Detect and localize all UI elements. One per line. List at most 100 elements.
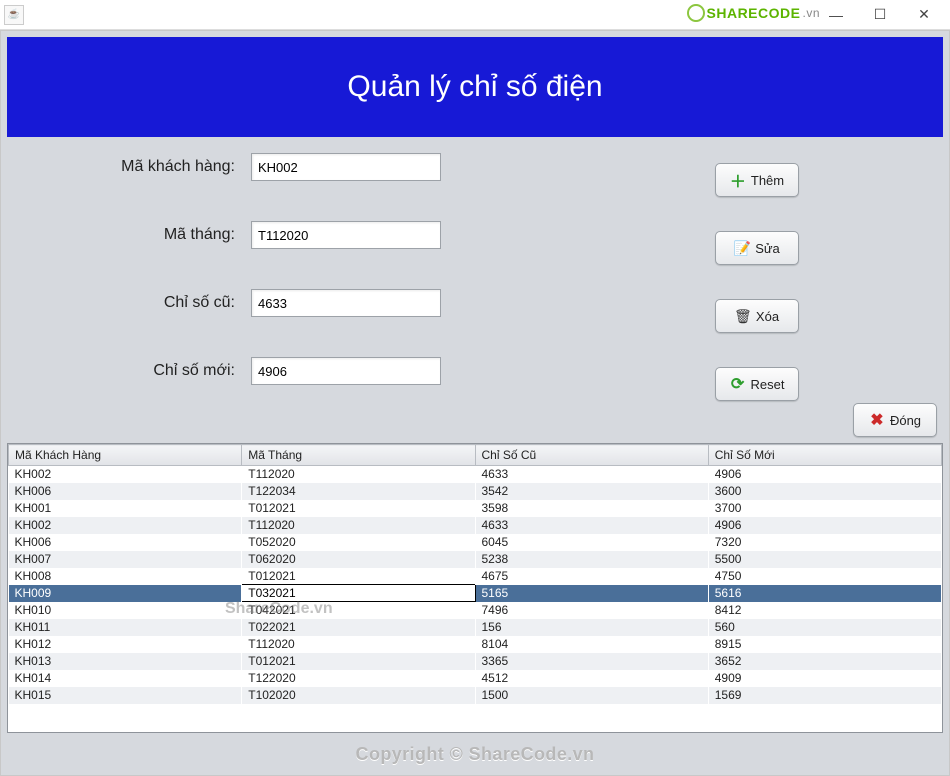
table-cell[interactable]: KH013 <box>9 653 242 670</box>
col-old[interactable]: Chỉ Số Cũ <box>475 445 708 466</box>
page-title: Quản lý chỉ số điện <box>7 37 943 137</box>
customer-input[interactable] <box>251 153 441 181</box>
table-cell[interactable]: KH006 <box>9 483 242 500</box>
table-row[interactable]: KH002T11202046334906 <box>9 466 942 483</box>
table-cell[interactable]: 3365 <box>475 653 708 670</box>
sharecode-emblem-icon <box>687 4 705 22</box>
table-cell[interactable]: 5616 <box>708 585 941 602</box>
table-cell[interactable]: 3542 <box>475 483 708 500</box>
delete-button-label: Xóa <box>756 309 779 324</box>
table-cell[interactable]: 156 <box>475 619 708 636</box>
table-row[interactable]: KH008T01202146754750 <box>9 568 942 585</box>
table-body: KH002T11202046334906KH006T12203435423600… <box>9 466 942 704</box>
table-cell[interactable]: T012021 <box>242 500 475 517</box>
table-cell[interactable]: 4633 <box>475 466 708 483</box>
table-cell[interactable]: 1569 <box>708 687 941 704</box>
java-icon: ☕ <box>4 5 24 25</box>
col-month[interactable]: Mã Tháng <box>242 445 475 466</box>
close-button[interactable]: ✖ Đóng <box>853 403 937 437</box>
table-cell[interactable]: 4909 <box>708 670 941 687</box>
table-cell[interactable]: 1500 <box>475 687 708 704</box>
close-button-label: Đóng <box>890 413 921 428</box>
table-cell[interactable]: KH009 <box>9 585 242 602</box>
table-cell[interactable]: 4512 <box>475 670 708 687</box>
table-cell[interactable]: 3600 <box>708 483 941 500</box>
table-cell[interactable]: T012021 <box>242 568 475 585</box>
reset-button[interactable]: ⟳ Reset <box>715 367 799 401</box>
table-cell[interactable]: KH008 <box>9 568 242 585</box>
reset-button-label: Reset <box>751 377 785 392</box>
reset-icon: ⟳ <box>730 376 746 392</box>
table-cell[interactable]: T102020 <box>242 687 475 704</box>
customer-label: Mã khách hàng: <box>21 158 251 176</box>
table-cell[interactable]: T012021 <box>242 653 475 670</box>
add-button-label: Thêm <box>751 173 784 188</box>
edit-icon: 📝 <box>734 240 750 256</box>
add-button[interactable]: ＋ Thêm <box>715 163 799 197</box>
table-cell[interactable]: 4750 <box>708 568 941 585</box>
table-cell[interactable]: T122034 <box>242 483 475 500</box>
col-customer[interactable]: Mã Khách Hàng <box>9 445 242 466</box>
month-input[interactable] <box>251 221 441 249</box>
col-new[interactable]: Chỉ Số Mới <box>708 445 941 466</box>
table-cell[interactable]: 5165 <box>475 585 708 602</box>
old-index-input[interactable] <box>251 289 441 317</box>
table-row[interactable]: KH010T04202174968412 <box>9 602 942 619</box>
table-cell[interactable]: KH014 <box>9 670 242 687</box>
table-cell[interactable]: T112020 <box>242 636 475 653</box>
table-cell[interactable]: 3652 <box>708 653 941 670</box>
data-table-wrap[interactable]: Mã Khách Hàng Mã Tháng Chỉ Số Cũ Chỉ Số … <box>7 443 943 733</box>
minimize-button[interactable]: — <box>814 1 858 29</box>
table-cell[interactable]: 7320 <box>708 534 941 551</box>
table-cell[interactable]: KH006 <box>9 534 242 551</box>
table-cell[interactable]: T032021 <box>242 585 475 602</box>
maximize-button[interactable]: ☐ <box>858 1 902 29</box>
table-cell[interactable]: KH007 <box>9 551 242 568</box>
sharecode-suffix: .vn <box>802 6 820 20</box>
table-cell[interactable]: KH002 <box>9 517 242 534</box>
table-cell[interactable]: KH010 <box>9 602 242 619</box>
table-cell[interactable]: T052020 <box>242 534 475 551</box>
table-cell[interactable]: 7496 <box>475 602 708 619</box>
table-cell[interactable]: KH015 <box>9 687 242 704</box>
table-cell[interactable]: 4633 <box>475 517 708 534</box>
table-cell[interactable]: KH001 <box>9 500 242 517</box>
table-cell[interactable]: 4675 <box>475 568 708 585</box>
table-row[interactable]: KH006T12203435423600 <box>9 483 942 500</box>
table-cell[interactable]: 8915 <box>708 636 941 653</box>
table-row[interactable]: KH014T12202045124909 <box>9 670 942 687</box>
table-row[interactable]: KH011T022021156560 <box>9 619 942 636</box>
table-cell[interactable]: 3598 <box>475 500 708 517</box>
edit-button[interactable]: 📝 Sửa <box>715 231 799 265</box>
table-cell[interactable]: 5238 <box>475 551 708 568</box>
table-cell[interactable]: 8412 <box>708 602 941 619</box>
table-row[interactable]: KH012T11202081048915 <box>9 636 942 653</box>
table-cell[interactable]: T122020 <box>242 670 475 687</box>
table-row[interactable]: KH001T01202135983700 <box>9 500 942 517</box>
new-index-input[interactable] <box>251 357 441 385</box>
table-cell[interactable]: T062020 <box>242 551 475 568</box>
table-cell[interactable]: KH011 <box>9 619 242 636</box>
table-cell[interactable]: 560 <box>708 619 941 636</box>
table-cell[interactable]: KH012 <box>9 636 242 653</box>
new-index-label: Chỉ số mới: <box>21 362 251 380</box>
table-row[interactable]: KH002T11202046334906 <box>9 517 942 534</box>
table-cell[interactable]: 6045 <box>475 534 708 551</box>
table-cell[interactable]: 4906 <box>708 517 941 534</box>
table-row[interactable]: KH009T03202151655616 <box>9 585 942 602</box>
close-window-button[interactable]: ✕ <box>902 1 946 29</box>
table-cell[interactable]: 3700 <box>708 500 941 517</box>
table-row[interactable]: KH015T10202015001569 <box>9 687 942 704</box>
table-cell[interactable]: T042021 <box>242 602 475 619</box>
table-cell[interactable]: 5500 <box>708 551 941 568</box>
table-row[interactable]: KH006T05202060457320 <box>9 534 942 551</box>
delete-button[interactable]: 🗑 Xóa <box>715 299 799 333</box>
table-cell[interactable]: 4906 <box>708 466 941 483</box>
table-cell[interactable]: KH002 <box>9 466 242 483</box>
table-cell[interactable]: T022021 <box>242 619 475 636</box>
table-cell[interactable]: 8104 <box>475 636 708 653</box>
table-cell[interactable]: T112020 <box>242 466 475 483</box>
table-row[interactable]: KH013T01202133653652 <box>9 653 942 670</box>
table-row[interactable]: KH007T06202052385500 <box>9 551 942 568</box>
table-cell[interactable]: T112020 <box>242 517 475 534</box>
